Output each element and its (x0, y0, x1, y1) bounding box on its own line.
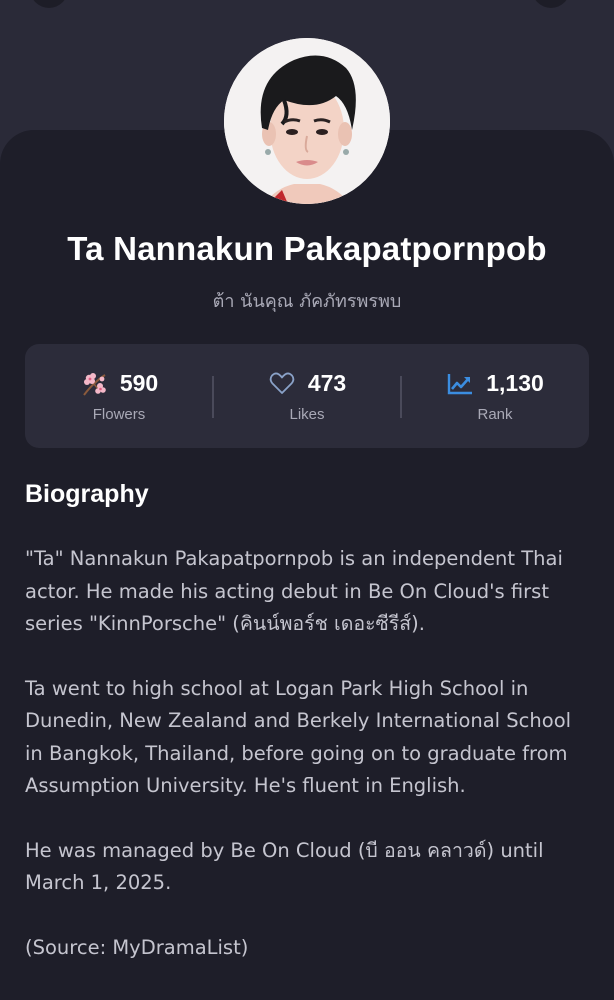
biography-source: (Source: MyDramaList) (25, 935, 249, 959)
back-button[interactable] (30, 0, 68, 8)
profile-name: Ta Nannakun Pakapatpornpob (67, 230, 547, 267)
flowers-label: Flowers (92, 406, 146, 423)
stat-rank[interactable]: 1,130 Rank (401, 344, 589, 448)
trending-chart-icon (446, 369, 474, 397)
profile-page: Ta Nannakun Pakapatpornpob ต้า นันคุณ ภั… (0, 0, 614, 1000)
biography-heading: Biography (25, 480, 149, 508)
likes-count: 473 (307, 369, 347, 396)
cherry-blossom-icon (80, 369, 108, 397)
heart-outline-icon (268, 369, 296, 397)
stat-flowers[interactable]: 590 Flowers (25, 344, 213, 448)
biography-paragraph: He was managed by Be On Cloud (บี ออน คล… (25, 838, 544, 895)
avatar-photo (224, 38, 390, 204)
avatar (224, 38, 390, 204)
likes-label: Likes (289, 406, 325, 423)
more-button[interactable] (532, 0, 570, 8)
biography-paragraph: Ta went to high school at Logan Park Hig… (25, 676, 572, 798)
rank-label: Rank (477, 406, 513, 423)
flowers-count: 590 (119, 369, 159, 396)
stat-likes[interactable]: 473 Likes (213, 344, 401, 448)
biography-paragraph: "Ta" Nannakun Pakapatpornpob is an indep… (25, 547, 563, 635)
profile-native-name: ต้า นันคุณ ภัคภัทรพรพบ (212, 291, 402, 312)
biography-text: "Ta" Nannakun Pakapatpornpob is an indep… (25, 543, 590, 996)
rank-value: 1,130 (486, 369, 544, 396)
stats-panel: 590 Flowers 473 Likes 1,130 Rank (25, 344, 589, 448)
